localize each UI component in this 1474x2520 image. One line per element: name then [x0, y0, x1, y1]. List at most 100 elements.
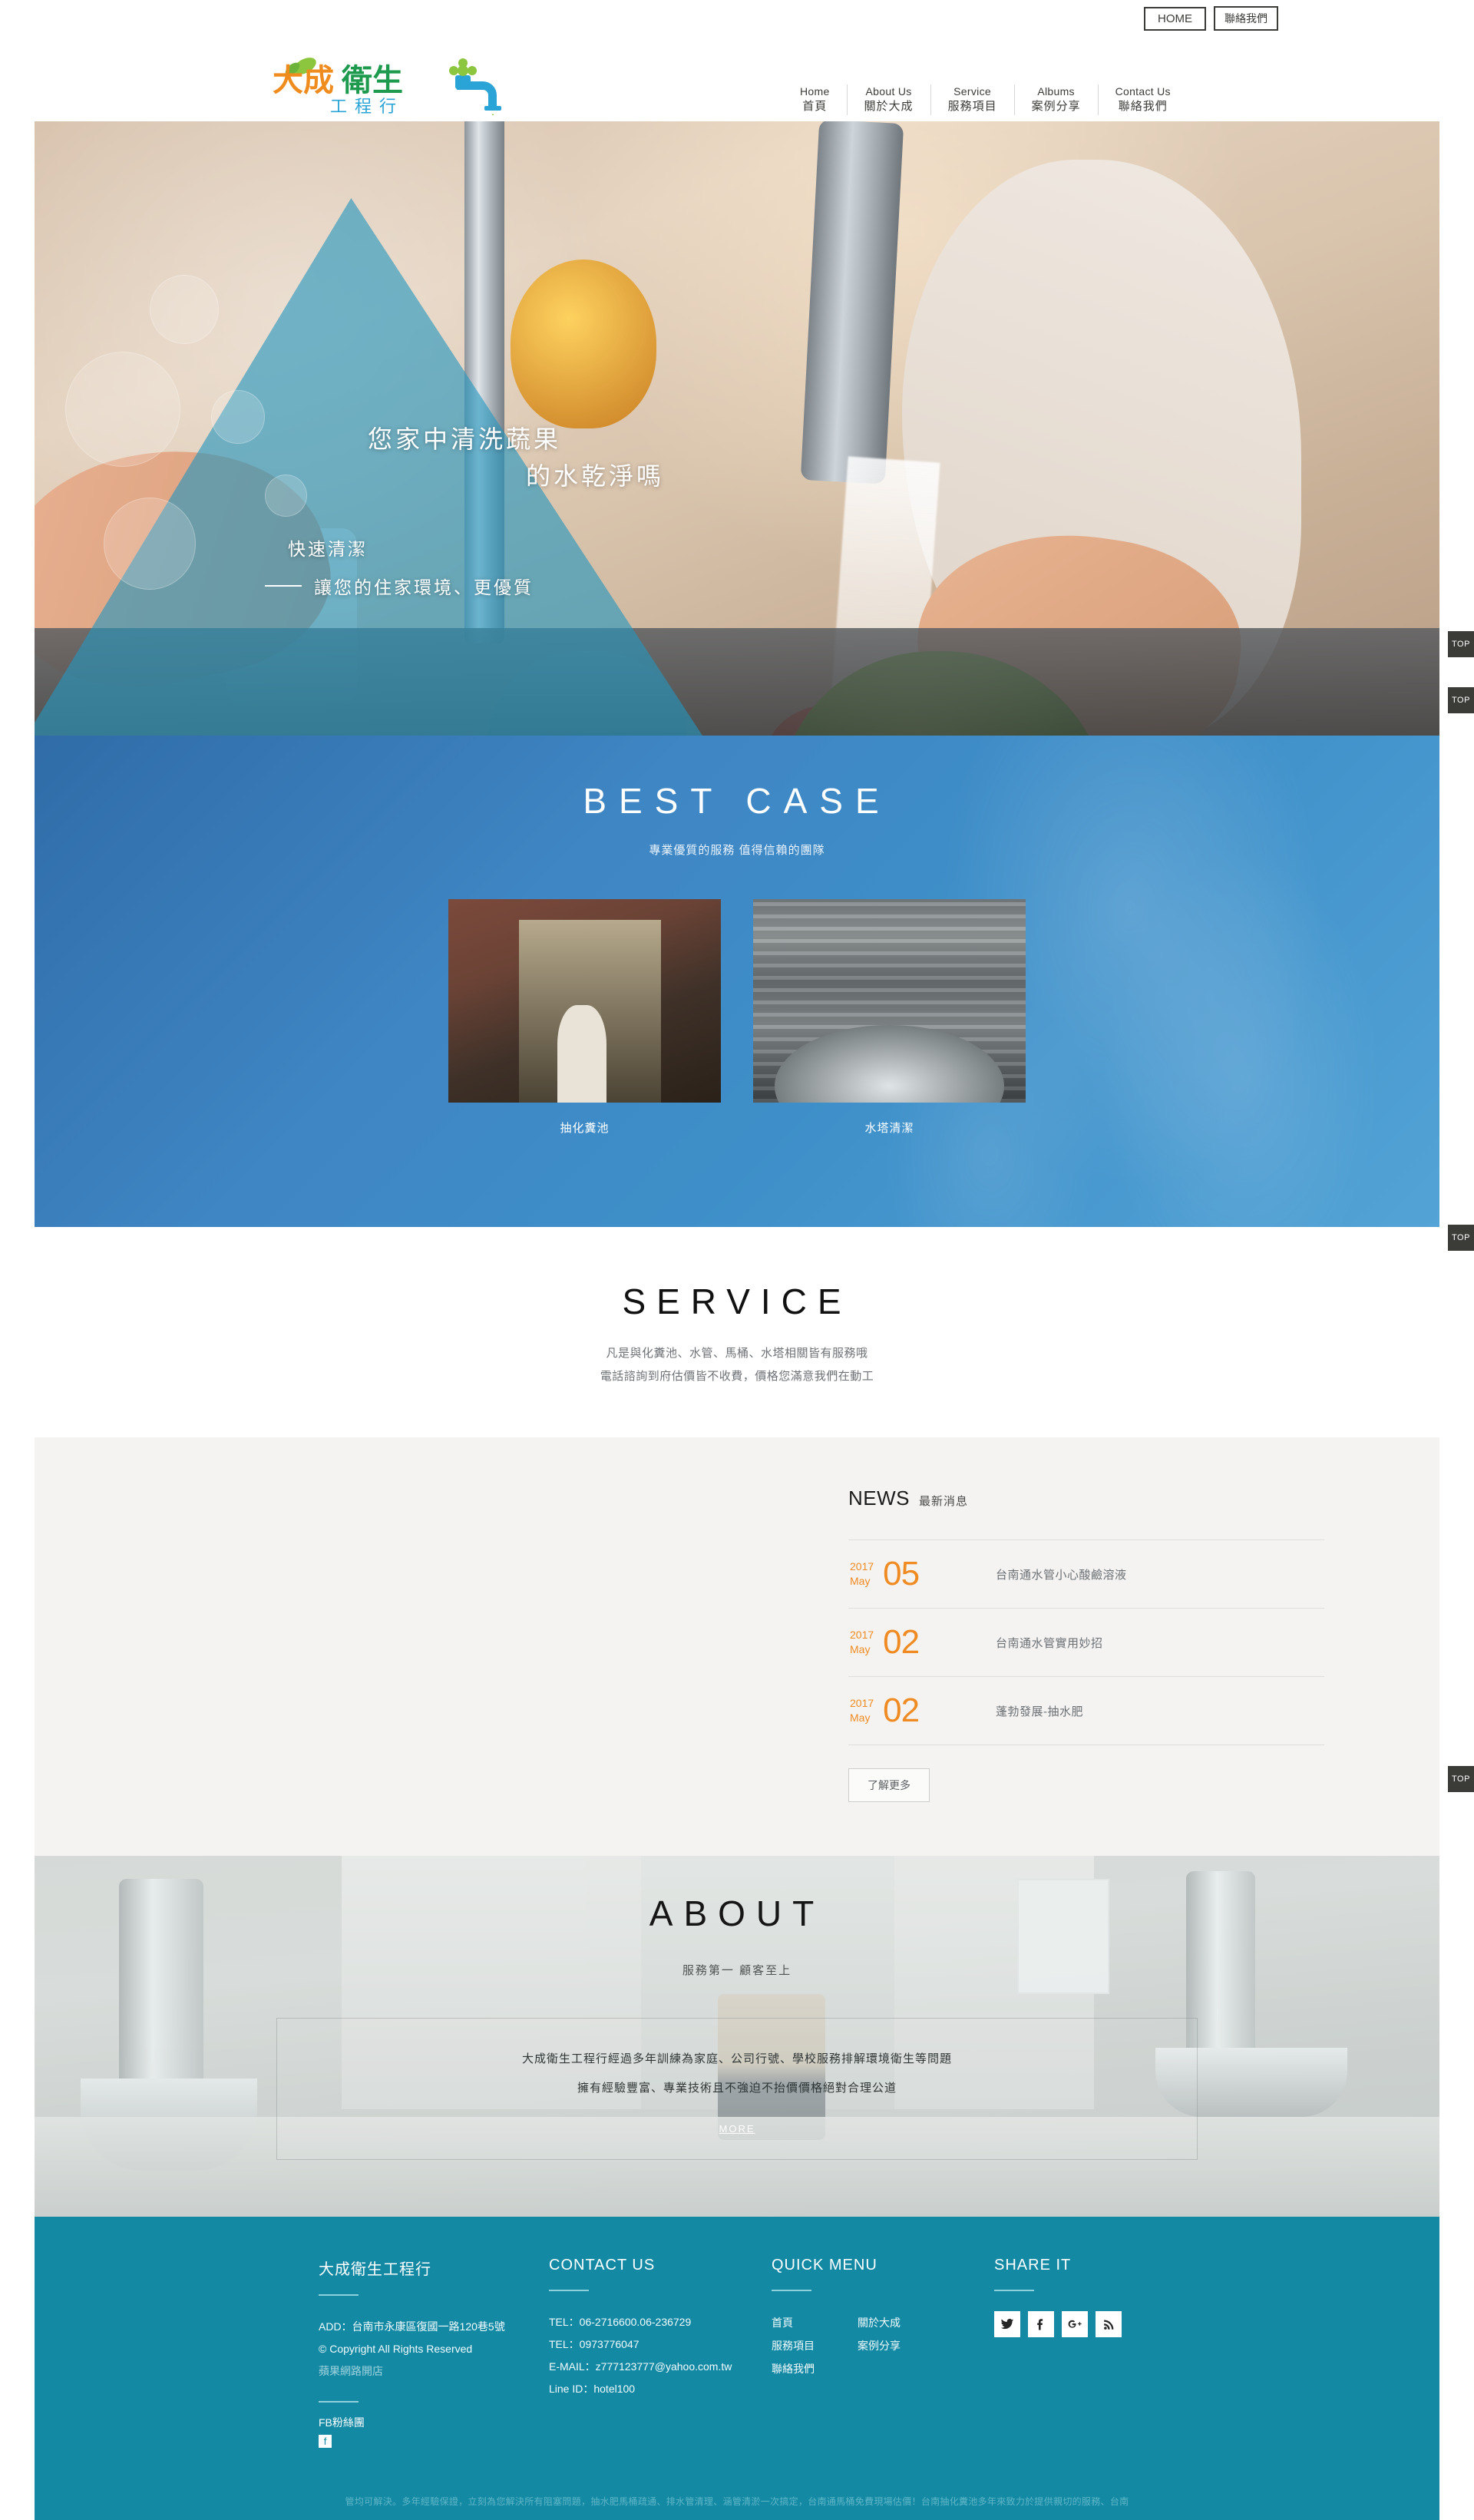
- case-thumbnail[interactable]: [753, 899, 1026, 1103]
- news-year-month: 2017 May: [850, 1628, 874, 1657]
- news-date: 2017 May 02: [850, 1694, 973, 1728]
- rss-icon[interactable]: [1096, 2311, 1122, 2337]
- news-section: NEWS 最新消息 2017 May 05 台南通水管小心酸鹼溶液 2017 M…: [35, 1437, 1439, 1856]
- news-year-month: 2017 May: [850, 1559, 874, 1589]
- about-section: ABOUT 服務第一 顧客至上 大成衛生工程行經過多年訓練為家庭、公司行號、學校…: [35, 1856, 1439, 2217]
- footer-link-contact[interactable]: 聯絡我們: [772, 2357, 815, 2380]
- nav-item-albums-en: Albums: [1037, 85, 1075, 98]
- nav-item-albums[interactable]: Albums 案例分享: [1015, 84, 1099, 115]
- nav-item-service-en: Service: [953, 85, 991, 98]
- footer-divider: [772, 2290, 811, 2291]
- footer-link-about[interactable]: 關於大成: [858, 2311, 901, 2334]
- nav-item-about-zh: 關於大成: [864, 100, 914, 113]
- nav-item-contact-zh: 聯絡我們: [1118, 100, 1168, 113]
- news-item[interactable]: 2017 May 02 蓬勃發展-抽水肥: [848, 1677, 1324, 1745]
- footer-link-albums[interactable]: 案例分享: [858, 2334, 901, 2357]
- about-more-link[interactable]: MORE: [719, 2123, 755, 2135]
- best-case-title: BEST CASE: [583, 781, 891, 821]
- news-title[interactable]: 台南通水管實用妙招: [996, 1635, 1103, 1651]
- footer-share-heading: SHARE IT: [994, 2257, 1072, 2274]
- home-button[interactable]: HOME: [1144, 6, 1206, 31]
- nav-item-about-en: About Us: [865, 85, 912, 98]
- news-item[interactable]: 2017 May 05 台南通水管小心酸鹼溶液: [848, 1539, 1324, 1609]
- case-thumbnail[interactable]: [448, 899, 721, 1103]
- footer-copyright: © Copyright All Rights Reserved: [319, 2343, 473, 2355]
- about-title: ABOUT: [649, 1893, 825, 1933]
- news-month: May: [850, 1643, 871, 1655]
- hero-subline-2: 讓您的住家環境、更優質: [314, 577, 534, 597]
- svg-text:衛生: 衛生: [341, 64, 403, 98]
- footer-address: ADD：台南市永康區復國一路120巷5號: [319, 2320, 505, 2333]
- news-date: 2017 May 05: [850, 1557, 973, 1591]
- service-title: SERVICE: [622, 1281, 852, 1321]
- news-heading: NEWS 最新消息: [848, 1487, 1324, 1510]
- news-heading-en: NEWS: [848, 1487, 910, 1510]
- about-content: ABOUT 服務第一 顧客至上 大成衛生工程行經過多年訓練為家庭、公司行號、學校…: [35, 1856, 1439, 2160]
- hero-subline-1: 快速清潔: [288, 539, 368, 559]
- footer-quick-menu-right: 關於大成 案例分享: [858, 2311, 901, 2380]
- footer-seo-text: 管均可解決。多年經驗保證，立刻為您解決所有阻塞問題，抽水肥馬桶疏通、排水管清理、…: [35, 2484, 1439, 2520]
- footer-contact-heading: CONTACT US: [549, 2257, 656, 2274]
- utility-bar: HOME 聯絡我們: [0, 0, 1474, 37]
- nav-item-service-zh: 服務項目: [947, 100, 997, 113]
- news-item[interactable]: 2017 May 02 台南通水管實用妙招: [848, 1609, 1324, 1677]
- footer-tel-2: TEL：0973776047: [549, 2338, 640, 2350]
- nav-item-service[interactable]: Service 服務項目: [931, 84, 1015, 115]
- footer-vendor-link[interactable]: 蘋果網路開店: [319, 2360, 549, 2383]
- footer-email[interactable]: E-MAIL：z777123777@yahoo.com.tw: [549, 2356, 772, 2378]
- hero-text-block: 您家中清洗蔬果 的水乾淨嗎 快速清潔 讓您的住家環境、更優質: [265, 421, 956, 599]
- footer-link-service[interactable]: 服務項目: [772, 2334, 815, 2357]
- scroll-to-top-button[interactable]: TOP: [1448, 1766, 1474, 1792]
- hero-banner: 您家中清洗蔬果 的水乾淨嗎 快速清潔 讓您的住家環境、更優質: [35, 121, 1439, 736]
- facebook-icon[interactable]: [1028, 2311, 1054, 2337]
- news-day: 02: [883, 1692, 920, 1729]
- news-title[interactable]: 台南通水管小心酸鹼溶液: [996, 1566, 1127, 1582]
- service-section: SERVICE 凡是與化糞池、水管、馬桶、水塔相關皆有服務哦 電話諮詢到府估價皆…: [0, 1227, 1474, 1437]
- case-card[interactable]: 水塔清潔: [753, 899, 1026, 1136]
- news-day: 05: [883, 1555, 920, 1592]
- footer-quick-menu-left: 首頁 服務項目 聯絡我們: [772, 2311, 815, 2380]
- news-day: 02: [883, 1623, 920, 1661]
- twitter-icon[interactable]: [994, 2311, 1020, 2337]
- footer-company-column: 大成衛生工程行 ADD：台南市永康區復國一路120巷5號 © Copyright…: [319, 2257, 549, 2449]
- footer-company-heading: 大成衛生工程行: [319, 2261, 431, 2278]
- scroll-to-top-button[interactable]: TOP: [1448, 631, 1474, 657]
- scroll-to-top-button[interactable]: TOP: [1448, 1225, 1474, 1251]
- footer-divider: [319, 2294, 359, 2296]
- hero-dash-icon: [265, 585, 302, 587]
- nav-item-about[interactable]: About Us 關於大成: [848, 84, 931, 115]
- footer-divider: [994, 2290, 1034, 2291]
- site-footer: 大成衛生工程行 ADD：台南市永康區復國一路120巷5號 © Copyright…: [35, 2217, 1439, 2520]
- svg-text:工程行: 工程行: [330, 97, 404, 115]
- about-paragraph-2: 擁有經驗豐富、專業技術且不強迫不抬價價格絕對合理公道: [577, 2082, 897, 2095]
- footer-quick-menu-column: QUICK MENU 首頁 服務項目 聯絡我們 關於大成 案例分享: [772, 2257, 994, 2449]
- news-more-button[interactable]: 了解更多: [848, 1768, 930, 1802]
- footer-line-id: Line ID：hotel100: [549, 2383, 636, 2395]
- scroll-to-top-button[interactable]: TOP: [1448, 687, 1474, 713]
- footer-contact-column: CONTACT US TEL：06-2716600.06-236729 TEL：…: [549, 2257, 772, 2449]
- nav-item-contact[interactable]: Contact Us 聯絡我們: [1099, 84, 1188, 115]
- contact-us-button[interactable]: 聯絡我們: [1214, 6, 1278, 31]
- service-description-line2: 電話諮詢到府估價皆不收費，價格您滿意我們在動工: [600, 1370, 874, 1383]
- news-title[interactable]: 蓬勃發展-抽水肥: [996, 1703, 1083, 1719]
- service-description-line1: 凡是與化糞池、水管、馬桶、水塔相關皆有服務哦: [606, 1347, 868, 1360]
- facebook-icon[interactable]: f: [319, 2435, 332, 2448]
- footer-link-home[interactable]: 首頁: [772, 2311, 815, 2334]
- news-year-month: 2017 May: [850, 1696, 874, 1725]
- nav-item-albums-zh: 案例分享: [1031, 100, 1081, 113]
- news-month: May: [850, 1575, 871, 1587]
- hero-subline-2-wrap: 讓您的住家環境、更優質: [265, 573, 956, 599]
- nav-item-home[interactable]: Home 首頁: [783, 84, 848, 115]
- google-plus-icon[interactable]: [1062, 2311, 1088, 2337]
- news-year: 2017: [850, 1629, 874, 1641]
- about-subtitle: 服務第一 顧客至上: [682, 1964, 792, 1977]
- site-logo[interactable]: 大成 衛生 工程行: [265, 54, 541, 115]
- best-case-gallery: 抽化糞池 水塔清潔: [35, 899, 1439, 1136]
- footer-divider-2: [319, 2401, 359, 2403]
- main-navigation: Home 首頁 About Us 關於大成 Service 服務項目 Album…: [783, 84, 1188, 115]
- case-card[interactable]: 抽化糞池: [448, 899, 721, 1136]
- footer-quick-menu-lists: 首頁 服務項目 聯絡我們 關於大成 案例分享: [772, 2311, 994, 2380]
- footer-fb-label[interactable]: FB粉絲團: [319, 2413, 549, 2432]
- footer-columns: 大成衛生工程行 ADD：台南市永康區復國一路120巷5號 © Copyright…: [35, 2257, 1439, 2449]
- social-links: [994, 2311, 1224, 2337]
